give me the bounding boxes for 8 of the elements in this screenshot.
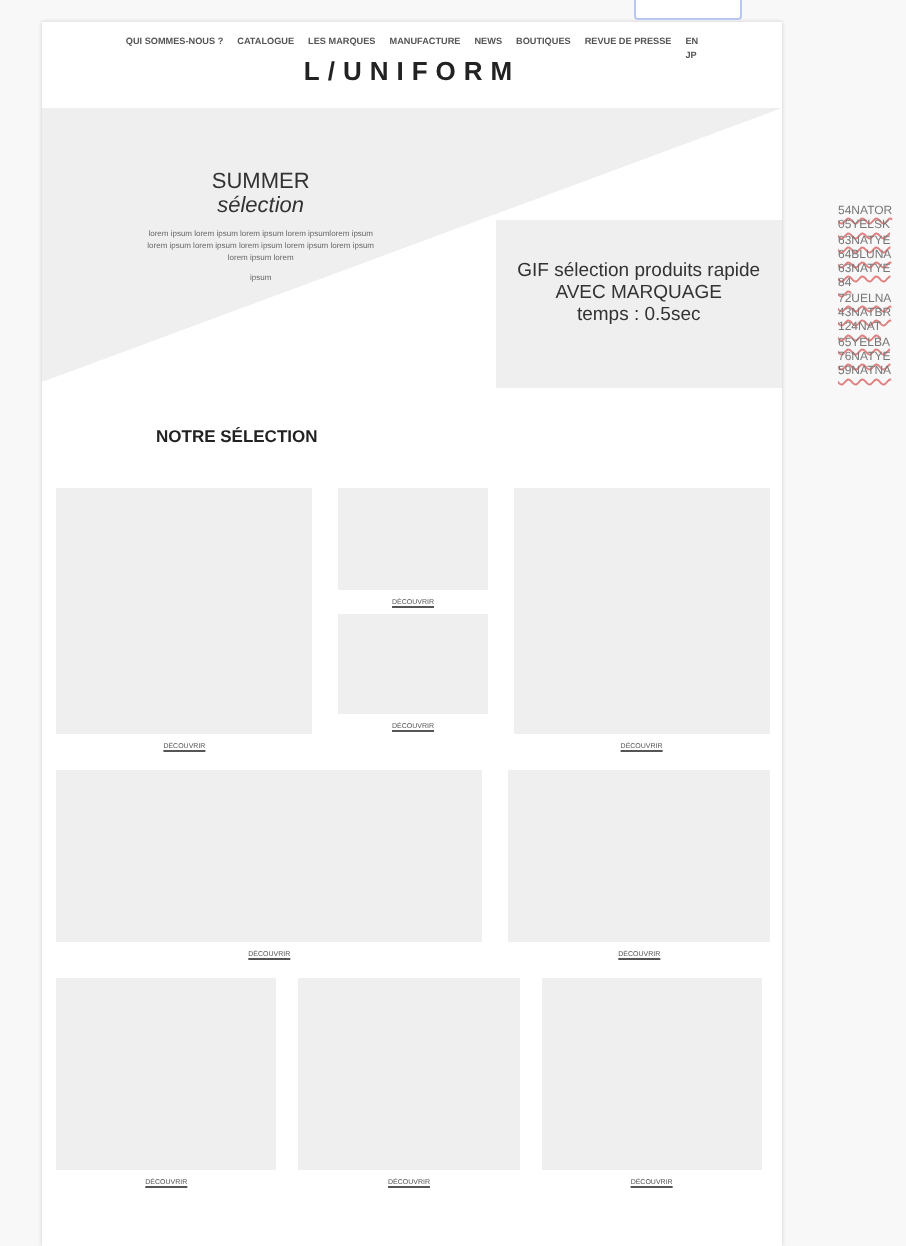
placeholder-caption: AVEC MARQUAGE bbox=[555, 281, 722, 303]
logo: L/UNIFORM bbox=[303, 56, 521, 86]
input-field[interactable] bbox=[634, 0, 742, 20]
placeholder-caption: GIF sélection produits rapide bbox=[517, 259, 761, 281]
hero-subtitle: sélection bbox=[217, 194, 305, 218]
placeholder-caption: temps : 0.5sec bbox=[576, 303, 701, 325]
section-title: NOTRE SÉLECTION bbox=[156, 426, 320, 446]
hero-title: SUMMER bbox=[211, 170, 310, 194]
